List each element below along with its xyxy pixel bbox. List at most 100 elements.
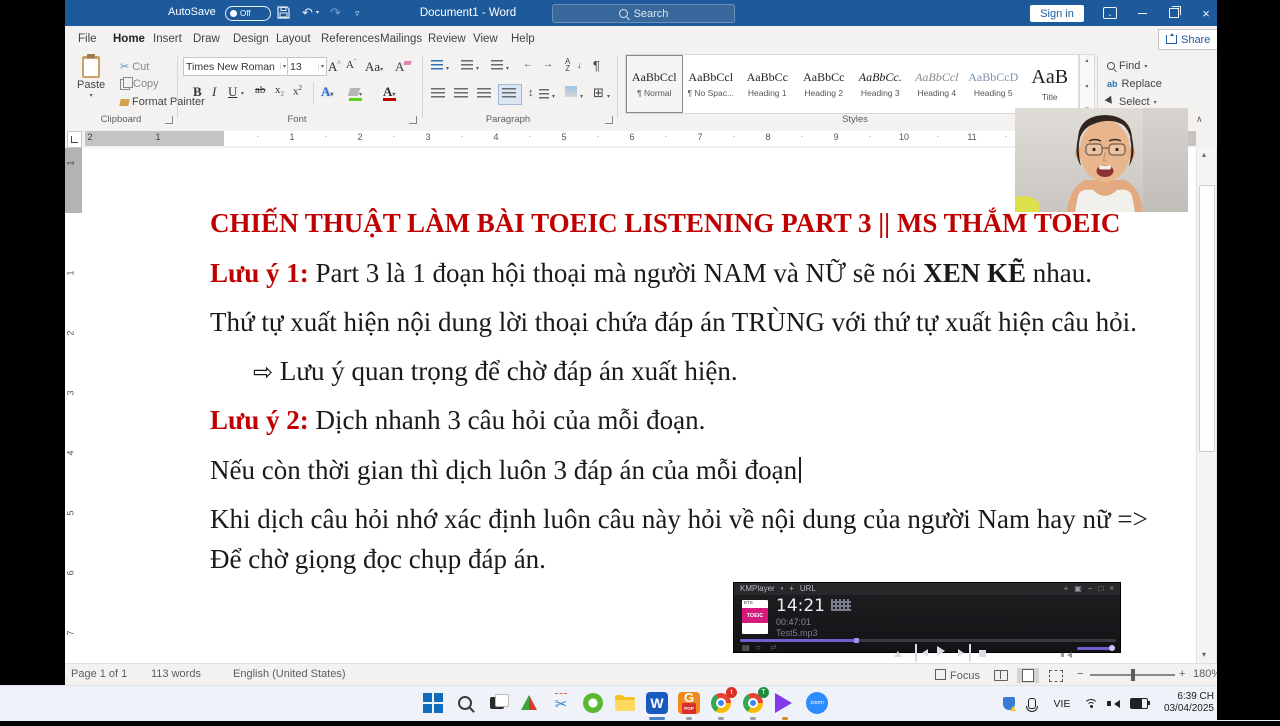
wifi-icon[interactable] — [1082, 686, 1100, 721]
line-spacing-caret-icon[interactable]: ▾ — [552, 93, 555, 100]
underline-caret-icon[interactable]: ▾ — [241, 90, 244, 97]
font-dialog-launcher[interactable] — [409, 116, 417, 124]
grow-font-button[interactable]: A^ — [328, 59, 341, 75]
styles-scroll-down-icon[interactable]: ▾ — [1085, 83, 1088, 90]
tab-home[interactable]: Home — [110, 26, 148, 54]
select-button[interactable]: Select ▾ — [1107, 96, 1157, 108]
multilevel-caret-icon[interactable]: ▾ — [506, 65, 509, 72]
player-maximize-icon[interactable]: □ — [1098, 583, 1103, 595]
tab-references[interactable]: References — [318, 26, 383, 52]
player-minimize-icon[interactable]: − — [1088, 583, 1093, 595]
underline-button[interactable]: U — [228, 84, 237, 100]
strikethrough-button[interactable]: ab — [255, 84, 265, 96]
g-app-icon[interactable]: GPOP — [676, 690, 702, 716]
chrome-profile-2-icon[interactable]: T — [740, 690, 766, 716]
stop-button[interactable] — [979, 644, 986, 662]
paragraph-dialog-launcher[interactable] — [605, 116, 613, 124]
player-progress-bar[interactable] — [740, 639, 1116, 642]
tab-insert[interactable]: Insert — [150, 26, 185, 52]
read-mode-button[interactable] — [990, 668, 1012, 683]
bullets-icon[interactable] — [431, 60, 443, 71]
save-icon[interactable] — [277, 0, 290, 28]
zoom-app-icon[interactable]: zoom — [804, 690, 830, 716]
style-heading-4[interactable]: AaBbCclHeading 4 — [909, 55, 966, 113]
kmplayer-taskbar-icon[interactable] — [772, 690, 798, 716]
align-left-icon[interactable] — [431, 88, 445, 99]
scroll-down-icon[interactable]: ▾ — [1202, 650, 1206, 659]
italic-button[interactable]: I — [212, 84, 216, 100]
vertical-scrollbar[interactable]: ▴ ▾ — [1196, 148, 1216, 663]
multilevel-list-icon[interactable] — [491, 60, 503, 71]
sort-icon[interactable]: AZ — [565, 58, 570, 72]
shading-icon[interactable] — [565, 86, 577, 97]
zoom-slider-knob[interactable] — [1131, 669, 1135, 681]
borders-caret-icon[interactable]: ▾ — [607, 93, 610, 100]
clear-formatting-button[interactable]: A — [395, 59, 404, 75]
microphone-icon[interactable] — [1024, 686, 1040, 721]
replace-button[interactable]: ab Replace — [1107, 78, 1162, 90]
previous-button[interactable] — [915, 644, 928, 662]
sign-in-button[interactable]: Sign in — [1030, 5, 1084, 22]
player-close-icon[interactable]: × — [1109, 583, 1114, 595]
volume-slider[interactable] — [1077, 647, 1115, 650]
zoom-out-button[interactable]: − — [1077, 668, 1083, 680]
ribbon-display-options-icon[interactable]: ⌄ — [1095, 0, 1125, 26]
tab-selector[interactable] — [67, 131, 82, 148]
tab-review[interactable]: Review — [425, 26, 469, 52]
shrink-font-button[interactable]: Aˇ — [346, 59, 356, 71]
next-button[interactable] — [958, 644, 971, 662]
style--no-spac-[interactable]: AaBbCcl¶ No Spac... — [683, 55, 740, 113]
print-layout-button[interactable] — [1017, 668, 1039, 683]
text-effects-button[interactable]: A▾ — [321, 84, 333, 100]
increase-indent-icon[interactable]: → — [543, 59, 553, 70]
player-menu-caret-icon[interactable]: ▾ — [781, 583, 784, 595]
focus-button[interactable]: Focus — [935, 668, 980, 682]
numbering-caret-icon[interactable]: ▾ — [476, 65, 479, 72]
collapse-ribbon-icon[interactable]: ∧ — [1196, 114, 1203, 125]
bold-button[interactable]: B — [193, 84, 202, 100]
language-status[interactable]: English (United States) — [233, 668, 346, 680]
find-button[interactable]: Find ▾ — [1107, 60, 1147, 72]
security-shield-icon[interactable] — [1000, 686, 1018, 721]
undo-caret-icon[interactable]: ▾ — [316, 0, 319, 26]
tab-draw[interactable]: Draw — [190, 26, 223, 52]
numbering-icon[interactable] — [461, 60, 473, 71]
subscript-button[interactable]: x2 — [275, 84, 284, 98]
word-taskbar-icon[interactable]: W — [644, 690, 670, 716]
web-layout-button[interactable] — [1045, 668, 1067, 683]
playlist-icon[interactable]: ▤ — [742, 643, 750, 652]
tab-view[interactable]: View — [470, 26, 501, 52]
align-center-icon[interactable] — [454, 88, 468, 99]
style--normal[interactable]: AaBbCcl¶ Normal — [626, 55, 683, 113]
tab-file[interactable]: File — [75, 26, 100, 52]
search-box[interactable]: Search — [552, 4, 735, 23]
taskbar-search-button[interactable] — [452, 690, 478, 716]
task-view-button[interactable] — [484, 690, 510, 716]
speaker-icon[interactable] — [1106, 686, 1124, 721]
style-heading-1[interactable]: AaBbCcHeading 1 — [739, 55, 796, 113]
share-button[interactable]: Share — [1158, 29, 1218, 50]
bullets-caret-icon[interactable]: ▾ — [446, 65, 449, 72]
player-panel-icon[interactable]: ▣ — [1074, 583, 1082, 595]
chrome-profile-1-icon[interactable]: t — [708, 690, 734, 716]
clipboard-dialog-launcher[interactable] — [165, 116, 173, 124]
media-app-icon[interactable] — [516, 690, 542, 716]
player-plus-icon[interactable]: + — [789, 583, 794, 595]
battery-icon[interactable] — [1128, 686, 1150, 721]
autosave-toggle[interactable]: Off — [225, 6, 271, 21]
tab-layout[interactable]: Layout — [273, 26, 314, 52]
style-title[interactable]: AaBTitle — [1022, 55, 1079, 113]
show-hide-pilcrow-icon[interactable]: ¶ — [593, 58, 600, 73]
clock[interactable]: 6:39 CH 03/04/2025 — [1152, 686, 1214, 726]
change-case-button[interactable]: Aa▾ — [365, 59, 383, 75]
tab-help[interactable]: Help — [508, 26, 538, 52]
style-heading-5[interactable]: AaBbCcDHeading 5 — [965, 55, 1022, 113]
undo-icon[interactable]: ↶ — [302, 0, 313, 26]
start-button[interactable] — [420, 690, 446, 716]
style-heading-3[interactable]: AaBbCc.Heading 3 — [852, 55, 909, 113]
player-title-bar[interactable]: KMPlayer ▾ + URL + ▣ − □ × — [734, 583, 1120, 595]
restore-button[interactable] — [1159, 0, 1189, 26]
font-name-combo[interactable]: Times New Roman ▾ — [183, 57, 289, 76]
shuffle-icon[interactable]: ⇄ — [770, 643, 777, 652]
copy-button[interactable]: Copy — [120, 78, 159, 90]
